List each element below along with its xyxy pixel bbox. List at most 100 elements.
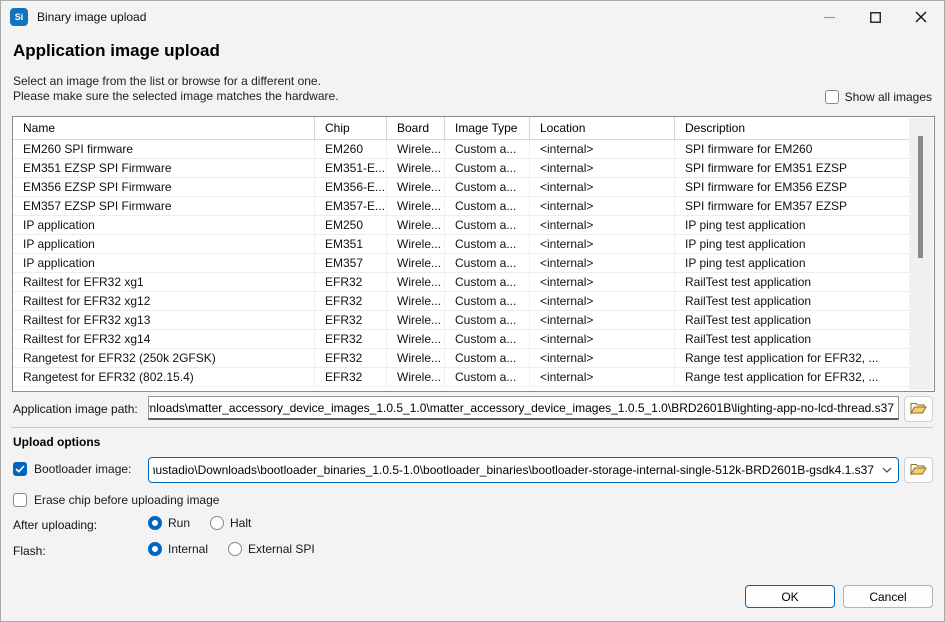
table-cell: <internal>: [530, 178, 675, 196]
minimize-icon: [824, 12, 835, 23]
erase-chip-label: Erase chip before uploading image: [34, 493, 219, 507]
table-row[interactable]: Rangetest for EFR32 (802.15.4)EFR32Wirel…: [13, 368, 934, 387]
table-cell: IP application: [13, 216, 315, 234]
table-cell: Wirele...: [387, 140, 445, 158]
table-row[interactable]: IP applicationEM357Wirele...Custom a...<…: [13, 254, 934, 273]
upload-options-heading: Upload options: [13, 435, 100, 449]
description-line1: Select an image from the list or browse …: [13, 74, 339, 89]
divider: [11, 427, 933, 428]
bootloader-path-value: gmustadio\Downloads\bootloader_binaries_…: [153, 463, 874, 477]
close-button[interactable]: [898, 1, 944, 33]
bootloader-image-checkbox[interactable]: Bootloader image:: [13, 462, 131, 476]
column-header-description[interactable]: Description: [675, 117, 906, 139]
table-cell: Wirele...: [387, 235, 445, 253]
column-header-name[interactable]: Name: [13, 117, 315, 139]
window-title: Binary image upload: [37, 10, 146, 24]
bootloader-path-combobox[interactable]: gmustadio\Downloads\bootloader_binaries_…: [148, 457, 899, 483]
app-path-browse-button[interactable]: [904, 396, 933, 422]
table-cell: Wirele...: [387, 159, 445, 177]
table-cell: Wirele...: [387, 349, 445, 367]
table-cell: <internal>: [530, 140, 675, 158]
table-cell: EM351 EZSP SPI Firmware: [13, 159, 315, 177]
table-cell: SPI firmware for EM351 EZSP: [675, 159, 906, 177]
table-cell: Custom a...: [445, 292, 530, 310]
checkbox-checked-icon[interactable]: [13, 462, 27, 476]
maximize-icon: [870, 12, 881, 23]
table-cell: IP ping test application: [675, 235, 906, 253]
table-row[interactable]: IP applicationEM351Wirele...Custom a...<…: [13, 235, 934, 254]
table-row[interactable]: Railtest for EFR32 xg13EFR32Wirele...Cus…: [13, 311, 934, 330]
binary-image-upload-dialog: Si Binary image upload Application image…: [0, 0, 945, 622]
table-cell: Wirele...: [387, 178, 445, 196]
table-cell: Custom a...: [445, 368, 530, 386]
checkbox-unchecked-icon[interactable]: [13, 493, 27, 507]
radio-halt-icon[interactable]: [210, 516, 224, 530]
table-cell: EM357: [315, 254, 387, 272]
table-cell: <internal>: [530, 349, 675, 367]
table-cell: Custom a...: [445, 254, 530, 272]
radio-internal-label[interactable]: Internal: [168, 542, 208, 556]
column-header-board[interactable]: Board: [387, 117, 445, 139]
chevron-down-icon[interactable]: [882, 467, 892, 473]
page-title: Application image upload: [13, 41, 220, 61]
table-cell: RailTest test application: [675, 330, 906, 348]
checkbox-unchecked-icon[interactable]: [825, 90, 839, 104]
scrollbar-thumb[interactable]: [918, 136, 923, 258]
table-row[interactable]: IP applicationEM250Wirele...Custom a...<…: [13, 216, 934, 235]
table-cell: Custom a...: [445, 216, 530, 234]
after-uploading-label: After uploading:: [13, 518, 97, 532]
radio-internal-selected-icon[interactable]: [148, 542, 162, 556]
table-cell: Custom a...: [445, 197, 530, 215]
table-cell: EM357-E...: [315, 197, 387, 215]
erase-chip-checkbox[interactable]: Erase chip before uploading image: [13, 493, 219, 507]
table-cell: RailTest test application: [675, 273, 906, 291]
table-cell: Wirele...: [387, 254, 445, 272]
app-path-input[interactable]: Downloads\matter_accessory_device_images…: [148, 396, 899, 420]
table-cell: <internal>: [530, 235, 675, 253]
close-icon: [915, 11, 927, 23]
table-cell: Wirele...: [387, 311, 445, 329]
radio-halt-label[interactable]: Halt: [230, 516, 251, 530]
table-row[interactable]: EM356 EZSP SPI FirmwareEM356-E...Wirele.…: [13, 178, 934, 197]
radio-external-spi-icon[interactable]: [228, 542, 242, 556]
radio-run-selected-icon[interactable]: [148, 516, 162, 530]
table-row[interactable]: Railtest for EFR32 xg12EFR32Wirele...Cus…: [13, 292, 934, 311]
radio-external-spi-label[interactable]: External SPI: [248, 542, 315, 556]
table-cell: Wirele...: [387, 330, 445, 348]
table-row[interactable]: Railtest for EFR32 xg14EFR32Wirele...Cus…: [13, 330, 934, 349]
column-header-chip[interactable]: Chip: [315, 117, 387, 139]
table-cell: RailTest test application: [675, 292, 906, 310]
table-cell: <internal>: [530, 368, 675, 386]
table-cell: SPI firmware for EM356 EZSP: [675, 178, 906, 196]
table-scrollbar[interactable]: [909, 118, 933, 390]
table-cell: Rangetest for EFR32 (250k 2GFSK): [13, 349, 315, 367]
column-header-location[interactable]: Location: [530, 117, 675, 139]
radio-run-label[interactable]: Run: [168, 516, 190, 530]
table-cell: Custom a...: [445, 235, 530, 253]
table-row[interactable]: EM351 EZSP SPI FirmwareEM351-E...Wirele.…: [13, 159, 934, 178]
page-description: Select an image from the list or browse …: [13, 74, 339, 104]
ok-button[interactable]: OK: [745, 585, 835, 608]
table-cell: Range test application for EFR32, ...: [675, 349, 906, 367]
column-header-image-type[interactable]: Image Type: [445, 117, 530, 139]
cancel-button[interactable]: Cancel: [843, 585, 933, 608]
table-row[interactable]: Railtest for EFR32 xg1EFR32Wirele...Cust…: [13, 273, 934, 292]
table-cell: SPI firmware for EM260: [675, 140, 906, 158]
table-row[interactable]: EM357 EZSP SPI FirmwareEM357-E...Wirele.…: [13, 197, 934, 216]
table-cell: Railtest for EFR32 xg13: [13, 311, 315, 329]
maximize-button[interactable]: [852, 1, 898, 33]
minimize-button[interactable]: [806, 1, 852, 33]
after-uploading-radio-group: Run Halt: [148, 516, 251, 530]
image-table: Name Chip Board Image Type Location Desc…: [12, 116, 935, 392]
show-all-images-checkbox[interactable]: Show all images: [825, 90, 932, 104]
table-body: EM260 SPI firmwareEM260Wirele...Custom a…: [13, 140, 934, 387]
table-row[interactable]: EM260 SPI firmwareEM260Wirele...Custom a…: [13, 140, 934, 159]
table-cell: <internal>: [530, 311, 675, 329]
table-row[interactable]: Rangetest for EFR32 (250k 2GFSK)EFR32Wir…: [13, 349, 934, 368]
table-cell: EFR32: [315, 330, 387, 348]
table-cell: EM356 EZSP SPI Firmware: [13, 178, 315, 196]
folder-open-icon: [910, 462, 927, 479]
bootloader-image-label: Bootloader image:: [34, 462, 131, 476]
table-cell: <internal>: [530, 159, 675, 177]
bootloader-browse-button[interactable]: [904, 457, 933, 483]
